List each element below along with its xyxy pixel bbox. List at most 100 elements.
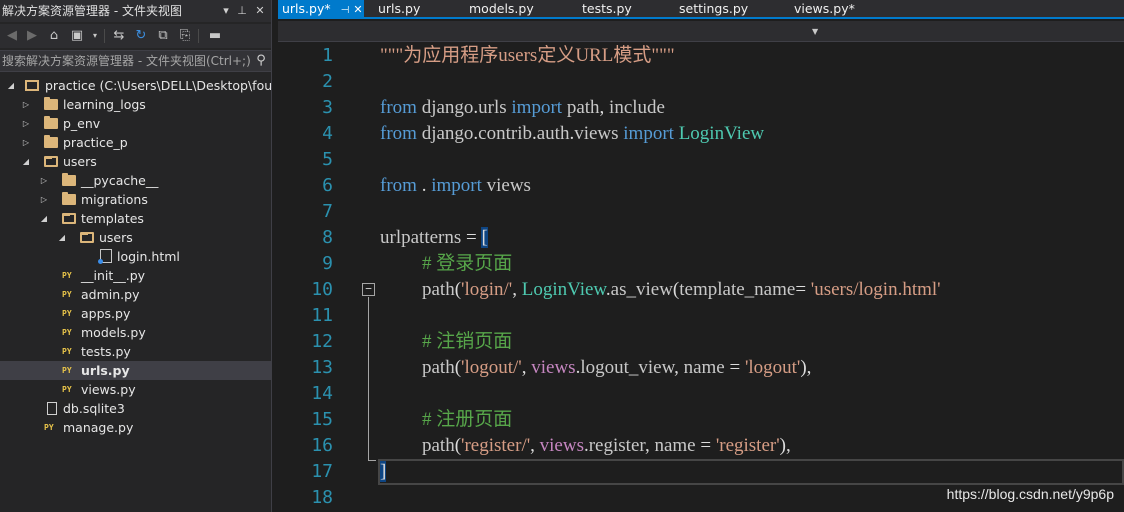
chevron-down-icon[interactable]: ▾ <box>218 0 234 22</box>
tree-node-file[interactable]: PY tests.py <box>0 342 271 361</box>
tab-label: tests.py <box>582 1 632 16</box>
tree-node-folder[interactable]: ▷ migrations <box>0 190 271 209</box>
expanded-arrow-icon[interactable]: ◢ <box>21 152 31 171</box>
tree-node-file[interactable]: PY models.py <box>0 323 271 342</box>
fold-guide-end <box>368 460 376 461</box>
back-icon[interactable]: ◀ <box>3 26 21 46</box>
code-line-1[interactable]: """为应用程序users定义URL模式""" <box>380 43 675 69</box>
line-number: 16 <box>311 435 333 456</box>
tree-node-folder[interactable]: ▷ p_env <box>0 114 271 133</box>
collapsed-arrow-icon[interactable]: ▷ <box>39 190 49 209</box>
code-line-13[interactable]: path('logout/', views.logout_view, name … <box>422 355 811 381</box>
code-line-9[interactable]: # 登录页面 <box>422 251 512 277</box>
tree-node-file[interactable]: PY __init__.py <box>0 266 271 285</box>
tree-node-folder[interactable]: ◢ templates <box>0 209 271 228</box>
pin-icon[interactable]: ⊣ <box>341 5 350 16</box>
tree-node-label: models.py <box>81 325 146 340</box>
solution-explorer: 解决方案资源管理器 - 文件夹视图 ▾ ⊥ ✕ ◀ ▶ ⌂ ▣ ▾ ⇆ ↻ ⧉ … <box>0 0 272 512</box>
line-number: 11 <box>311 305 333 326</box>
tree-node-label: admin.py <box>81 287 140 302</box>
expanded-arrow-icon[interactable]: ◢ <box>6 76 16 95</box>
code-line-16[interactable]: path('register/', views.register, name =… <box>422 433 791 459</box>
sync-icon[interactable]: ⇆ <box>110 26 128 46</box>
tab-urls-py-modified[interactable]: urls.py* ⊣ ✕ <box>278 0 364 19</box>
tree-node-label: migrations <box>81 192 148 207</box>
docstring: """为应用程序users定义URL模式""" <box>380 45 675 66</box>
tab-models-py[interactable]: models.py <box>469 0 534 19</box>
code-line-6[interactable]: from . import views <box>380 173 531 199</box>
home-icon[interactable]: ⌂ <box>45 26 63 46</box>
code-line-8[interactable]: urlpatterns = [ <box>380 225 488 251</box>
editor-navigation-bar[interactable]: ▼ <box>278 21 1124 42</box>
tree-node-folder[interactable]: ▷ practice_p <box>0 133 271 152</box>
line-number: 4 <box>322 123 333 144</box>
close-icon[interactable]: ✕ <box>353 3 362 16</box>
properties-icon[interactable]: ▬ <box>206 26 224 46</box>
switch-views-icon[interactable]: ▣ <box>68 26 86 46</box>
refresh-icon[interactable]: ↻ <box>132 26 150 46</box>
forward-icon[interactable]: ▶ <box>23 26 41 46</box>
python-file-icon: PY <box>62 385 72 394</box>
tab-tests-py[interactable]: tests.py <box>582 0 632 19</box>
tree-node-file[interactable]: PY admin.py <box>0 285 271 304</box>
line-number: 5 <box>322 149 333 170</box>
folder-icon <box>44 116 58 129</box>
tree-node-project[interactable]: ◢ practice (C:\Users\DELL\Desktop\four\l <box>0 76 272 95</box>
tree-node-folder[interactable]: ▷ learning_logs <box>0 95 271 114</box>
collapse-all-icon[interactable]: ⧉ <box>154 26 172 46</box>
collapsed-arrow-icon[interactable]: ▷ <box>21 133 31 152</box>
expanded-arrow-icon[interactable]: ◢ <box>57 228 67 247</box>
line-number: 8 <box>322 227 333 248</box>
collapsed-arrow-icon[interactable]: ▷ <box>21 95 31 114</box>
tree-node-label: practice (C:\Users\DELL\Desktop\four\l <box>45 78 272 93</box>
python-file-icon: PY <box>62 290 72 299</box>
pin-icon[interactable]: ⊥ <box>234 0 250 22</box>
tree-node-folder[interactable]: ◢ users <box>0 152 271 171</box>
search-input[interactable]: 搜索解决方案资源管理器 - 文件夹视图(Ctrl+;) <box>2 51 251 71</box>
search-icon[interactable]: ⚲ <box>252 51 270 71</box>
line-number: 15 <box>311 409 333 430</box>
code-line-3[interactable]: from django.urls import path, include <box>380 95 665 121</box>
python-file-icon: PY <box>44 423 54 432</box>
watermark: https://blog.csdn.net/y9p6p <box>946 486 1114 502</box>
tab-urls-py[interactable]: urls.py <box>378 0 420 19</box>
line-number: 9 <box>322 253 333 274</box>
chevron-down-icon[interactable]: ▼ <box>812 21 822 42</box>
tab-label: urls.py <box>378 1 421 16</box>
open-folder-icon <box>62 213 76 224</box>
close-icon[interactable]: ✕ <box>252 0 268 22</box>
expanded-arrow-icon[interactable]: ◢ <box>39 209 49 228</box>
line-number: 10 <box>311 279 333 300</box>
project-folder-icon <box>25 80 39 91</box>
code-line-4[interactable]: from django.contrib.auth.views import Lo… <box>380 121 764 147</box>
collapsed-arrow-icon[interactable]: ▷ <box>21 114 31 133</box>
tree-node-file[interactable]: PY views.py <box>0 380 271 399</box>
tree-node-file[interactable]: login.html <box>0 247 271 266</box>
tree-node-file-selected[interactable]: PY urls.py <box>0 361 271 380</box>
code-line-12[interactable]: # 注销页面 <box>422 329 512 355</box>
tab-settings-py[interactable]: settings.py <box>679 0 748 19</box>
collapse-block-icon[interactable]: − <box>362 283 375 296</box>
tree-node-file[interactable]: PY apps.py <box>0 304 271 323</box>
tree-node-folder[interactable]: ▷ __pycache__ <box>0 171 271 190</box>
tree-node-file[interactable]: db.sqlite3 <box>0 399 271 418</box>
show-all-files-icon[interactable]: ⎘ <box>176 26 194 46</box>
tree-node-folder[interactable]: ◢ users <box>0 228 271 247</box>
code-editor[interactable]: 1 2 3 4 5 6 7 8 9 10 11 12 13 14 15 16 1… <box>278 43 1124 512</box>
explorer-search[interactable]: 搜索解决方案资源管理器 - 文件夹视图(Ctrl+;) ⚲ <box>0 50 271 72</box>
chevron-down-icon[interactable]: ▾ <box>86 26 104 46</box>
fold-guide-line <box>368 297 369 460</box>
code-line-15[interactable]: # 注册页面 <box>422 407 512 433</box>
tree-node-label: views.py <box>81 382 136 397</box>
line-number: 17 <box>311 461 333 482</box>
current-line-highlight <box>378 459 1124 485</box>
collapsed-arrow-icon[interactable]: ▷ <box>39 171 49 190</box>
code-line-10[interactable]: path('login/', LoginView.as_view(templat… <box>422 277 941 303</box>
tab-views-py-modified[interactable]: views.py* <box>794 0 855 19</box>
line-number: 3 <box>322 97 333 118</box>
editor-tab-bar: urls.py* ⊣ ✕ urls.py models.py tests.py se… <box>278 0 1124 19</box>
folder-icon <box>44 135 58 148</box>
code-line-17[interactable]: ] <box>380 459 387 485</box>
comment: # 注销页面 <box>422 331 513 352</box>
tree-node-file[interactable]: PY manage.py <box>0 418 271 437</box>
